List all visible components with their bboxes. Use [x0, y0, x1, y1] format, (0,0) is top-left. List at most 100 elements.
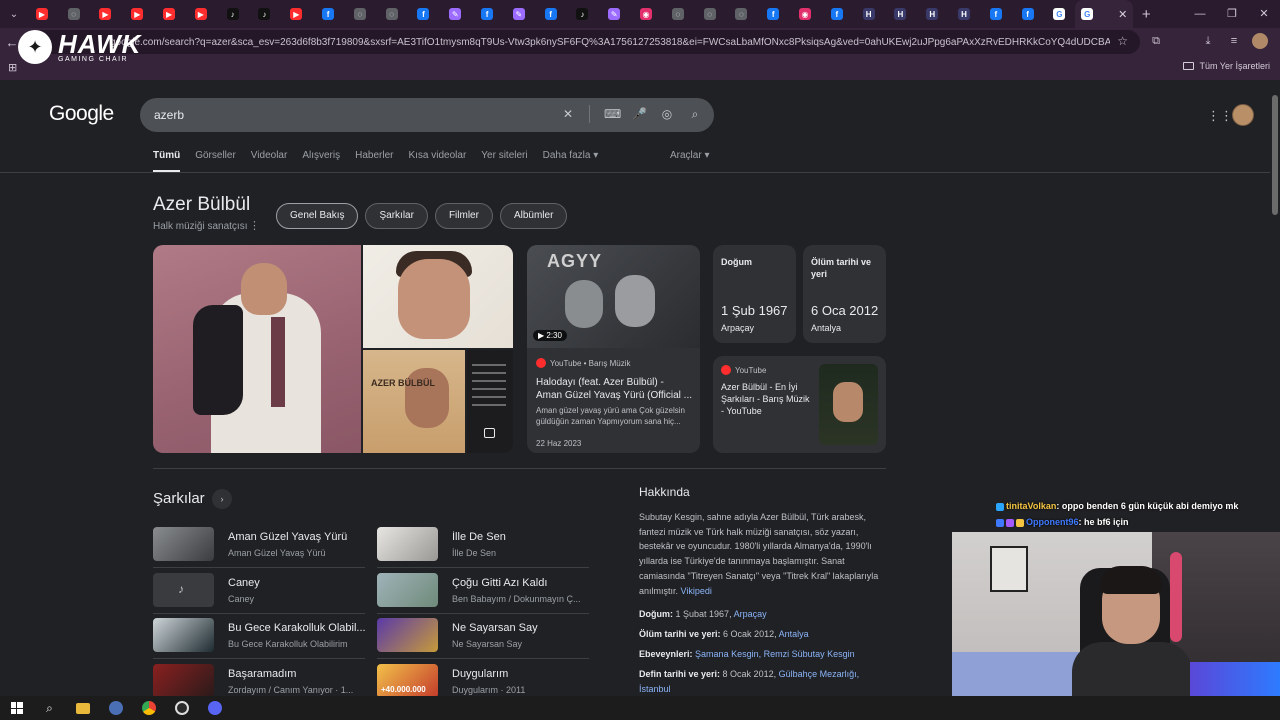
google-account-avatar[interactable] — [1232, 104, 1254, 126]
video-title[interactable]: Halodayı (feat. Azer Bülbül) - Aman Güze… — [536, 376, 692, 402]
search-tab[interactable]: Haberler — [355, 150, 393, 172]
browser-tab[interactable]: f — [408, 0, 440, 28]
browser-tab[interactable]: f — [1012, 0, 1044, 28]
fact-link[interactable]: Arpaçay — [734, 609, 767, 619]
browser-tab[interactable]: ♪ — [567, 0, 599, 28]
browser-tab[interactable]: ◌ — [662, 0, 694, 28]
media-queue-icon[interactable]: ≡ — [1226, 33, 1242, 49]
wikipedia-link[interactable]: Vikipedi — [681, 586, 712, 596]
fact-card-died[interactable]: Ölüm tarihi ve yeri 6 Oca 2012 Antalya — [803, 245, 886, 343]
close-tab-icon[interactable]: ✕ — [1118, 8, 1127, 21]
browser-tab[interactable]: ✎ — [503, 0, 535, 28]
youtube-playlist-card[interactable]: YouTube Azer Bülbül - En İyi Şarkıları -… — [713, 356, 886, 453]
gallery-icon[interactable] — [484, 428, 495, 438]
microphone-icon[interactable]: 🎤 — [632, 107, 647, 121]
songs-heading[interactable]: Şarkılar — [153, 490, 205, 507]
discord-app-icon[interactable] — [198, 696, 231, 720]
chevron-right-icon[interactable]: › — [212, 489, 232, 509]
new-tab-button[interactable]: + — [1133, 6, 1159, 23]
profile-avatar[interactable] — [1252, 33, 1268, 49]
tools-button[interactable]: Araçlar ▾ — [670, 150, 709, 161]
song-cover[interactable] — [153, 663, 214, 696]
browser-tab[interactable]: f — [821, 0, 853, 28]
browser-tab[interactable]: H — [885, 0, 917, 28]
browser-tab[interactable]: ▶ — [26, 0, 58, 28]
fact-link[interactable]: Antalya — [779, 629, 809, 639]
entity-chip[interactable]: Filmler — [434, 203, 493, 229]
video-thumbnail[interactable]: AGYY ▶ 2:30 — [527, 245, 700, 348]
tab-active[interactable]: G ✕ — [1075, 0, 1134, 28]
song-cover[interactable] — [377, 527, 438, 561]
entity-chip[interactable]: Şarkılar — [365, 203, 428, 229]
yt-card-title[interactable]: Azer Bülbül - En İyi Şarkıları - Barış M… — [721, 381, 813, 417]
browser-tab[interactable]: ◉ — [630, 0, 662, 28]
close-window-icon[interactable]: ✕ — [1248, 0, 1280, 28]
fact-card-born[interactable]: Doğum 1 Şub 1967 Arpaçay — [713, 245, 796, 343]
search-tab[interactable]: Videolar — [251, 150, 288, 172]
search-tab[interactable]: Tümü — [153, 150, 181, 172]
search-icon[interactable]: ⌕ — [688, 107, 702, 121]
url-text[interactable]: google.com/search?q=azer&sca_esv=263d6f8… — [110, 37, 1110, 48]
keyboard-icon[interactable]: ⌨ — [604, 107, 621, 121]
entity-photo-album[interactable]: AZER BÜLBÜL — [363, 350, 465, 453]
browser-tab[interactable]: ✎ — [598, 0, 630, 28]
browser-tab[interactable]: ▶ — [280, 0, 312, 28]
lens-camera-icon[interactable]: ◎ — [660, 107, 674, 121]
entity-photo-portrait[interactable] — [363, 245, 513, 348]
restore-icon[interactable]: ❐ — [1216, 0, 1248, 28]
search-tab[interactable]: Alışveriş — [302, 150, 340, 172]
browser-tab[interactable]: H — [853, 0, 885, 28]
song-cover[interactable] — [153, 527, 214, 561]
browser-tab[interactable]: ◌ — [694, 0, 726, 28]
browser-tab[interactable]: ▶ — [121, 0, 153, 28]
browser-tab[interactable]: ◌ — [344, 0, 376, 28]
browser-tab[interactable]: ◌ — [376, 0, 408, 28]
song-item[interactable]: +40.000.000 Duygularım Duygularım · 2011 — [377, 663, 589, 696]
all-bookmarks-button[interactable]: Tüm Yer İşaretleri — [1183, 61, 1270, 71]
app-icon[interactable] — [99, 696, 132, 720]
minimize-icon[interactable]: — — [1184, 0, 1216, 28]
browser-tab[interactable]: f — [980, 0, 1012, 28]
entity-photo-tracklist[interactable] — [467, 350, 513, 453]
song-cover[interactable]: +40.000.000 — [377, 663, 438, 696]
browser-tab[interactable]: ◌ — [726, 0, 758, 28]
search-tab[interactable]: Daha fazla ▾ — [543, 150, 599, 172]
song-item[interactable]: İlle De Sen İlle De Sen — [377, 527, 589, 563]
search-tab[interactable]: Kısa videolar — [408, 150, 466, 172]
start-button[interactable] — [0, 696, 33, 720]
browser-tab[interactable]: H — [916, 0, 948, 28]
browser-tab[interactable]: ♪ — [217, 0, 249, 28]
download-icon[interactable]: ⤓ — [1200, 33, 1216, 49]
browser-tab[interactable]: ♪ — [249, 0, 281, 28]
browser-tab[interactable]: H — [948, 0, 980, 28]
entity-chip[interactable]: Albümler — [499, 203, 568, 229]
scroll-thumb[interactable] — [1272, 95, 1278, 215]
search-tab[interactable]: Yer siteleri — [481, 150, 527, 172]
search-box[interactable]: azerb ✕ ⌨ 🎤 ◎ ⌕ — [140, 98, 714, 132]
browser-tab[interactable]: ▶ — [153, 0, 185, 28]
entity-chip[interactable]: Genel Bakış — [276, 203, 359, 229]
search-query[interactable]: azerb — [154, 108, 184, 122]
address-bar[interactable]: google.com/search?q=azer&sca_esv=263d6f8… — [30, 30, 1140, 54]
song-cover[interactable]: ♪ — [153, 572, 214, 607]
entity-more-icon[interactable]: ⋮ — [249, 219, 260, 232]
browser-tab[interactable]: ◉ — [789, 0, 821, 28]
search-tab[interactable]: Görseller — [195, 150, 236, 172]
chrome-icon[interactable] — [132, 696, 165, 720]
song-item[interactable]: Aman Güzel Yavaş Yürü Aman Güzel Yavaş Yü… — [153, 527, 365, 563]
video-card[interactable]: AGYY ▶ 2:30 YouTube • Barış Müzik Haloda… — [527, 245, 700, 453]
file-explorer-icon[interactable] — [66, 696, 99, 720]
song-cover[interactable] — [377, 618, 438, 652]
browser-tab[interactable]: G — [1044, 0, 1076, 28]
song-item[interactable]: Bu Gece Karakolluk Olabil... Bu Gece Kara… — [153, 618, 366, 654]
song-item[interactable]: ♪ Caney Caney — [153, 572, 365, 609]
song-item[interactable]: Çoğu Gitti Azı Kaldı Ben Babayım / Dokunm… — [377, 572, 589, 609]
extensions-icon[interactable]: ⧉ — [1148, 33, 1164, 49]
browser-tab[interactable]: ▶ — [90, 0, 122, 28]
fact-link[interactable]: Şamana Kesgin, Remzi Sübutay Kesgin — [695, 649, 855, 659]
google-logo[interactable]: Google — [49, 102, 114, 126]
browser-tab[interactable]: f — [757, 0, 789, 28]
browser-tab[interactable]: ◌ — [58, 0, 90, 28]
song-cover[interactable] — [153, 618, 214, 652]
browser-tab[interactable]: f — [312, 0, 344, 28]
